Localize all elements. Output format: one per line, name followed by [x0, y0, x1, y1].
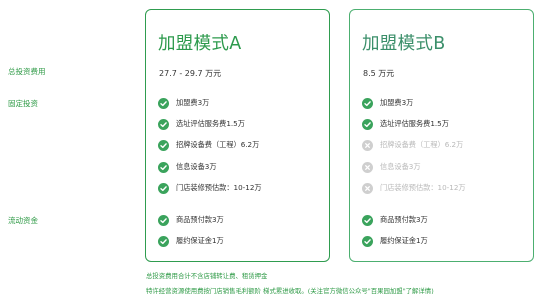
label-total-investment: 总投资费用 [8, 67, 46, 76]
fixed-item: 招牌设备费（工程）6.2万 [362, 139, 463, 151]
working-item: 履约保证金1万 [362, 235, 428, 247]
item-label: 选址评估服务费1.5万 [380, 119, 449, 128]
working-item: 商品预付款3万 [158, 214, 224, 226]
plan-total-price: 27.7 - 29.7 万元 [159, 69, 222, 78]
fixed-item: 选址评估服务费1.5万 [362, 118, 449, 130]
item-label: 加盟费3万 [380, 98, 414, 107]
fixed-item: 门店装修预估款：10-12万 [362, 182, 466, 194]
item-label: 招牌设备费（工程）6.2万 [176, 140, 260, 149]
check-circle-icon [362, 235, 373, 247]
plan-title: 加盟模式B [362, 34, 446, 54]
label-fixed-investment: 固定投资 [8, 99, 38, 108]
cross-circle-icon [362, 161, 373, 173]
fixed-item: 加盟费3万 [158, 97, 209, 109]
item-label: 履约保证金1万 [380, 236, 428, 245]
check-circle-icon [158, 139, 169, 151]
item-label: 信息设备3万 [380, 162, 421, 171]
plan-card-b: 加盟模式B 8.5 万元 加盟费3万 选址评估服务费1.5万 招牌设备费（工程）… [349, 9, 534, 262]
fixed-item: 信息设备3万 [158, 161, 217, 173]
item-label: 商品预付款3万 [380, 215, 428, 224]
item-label: 选址评估服务费1.5万 [176, 119, 245, 128]
item-label: 商品预付款3万 [176, 215, 224, 224]
check-circle-icon [362, 118, 373, 130]
fixed-item: 门店装修预估款：10-12万 [158, 182, 262, 194]
plan-card-a: 加盟模式A 27.7 - 29.7 万元 加盟费3万 选址评估服务费1.5万 招… [145, 9, 330, 262]
check-circle-icon [158, 97, 169, 109]
label-working-capital: 流动资金 [8, 216, 38, 225]
cross-circle-icon [362, 182, 373, 194]
check-circle-icon [158, 182, 169, 194]
footnote-1: 总投资费用合计不含店铺转让费、租赁押金 [146, 272, 268, 280]
plan-title: 加盟模式A [158, 34, 242, 54]
fixed-item: 招牌设备费（工程）6.2万 [158, 139, 259, 151]
item-label: 门店装修预估款：10-12万 [176, 183, 262, 192]
item-label: 信息设备3万 [176, 162, 217, 171]
plan-total-price: 8.5 万元 [363, 69, 395, 78]
fixed-item: 加盟费3万 [362, 97, 413, 109]
check-circle-icon [158, 118, 169, 130]
check-circle-icon [158, 214, 169, 226]
check-circle-icon [158, 235, 169, 247]
working-item: 商品预付款3万 [362, 214, 428, 226]
item-label: 门店装修预估款：10-12万 [380, 183, 466, 192]
item-label: 招牌设备费（工程）6.2万 [380, 140, 464, 149]
cross-circle-icon [362, 139, 373, 151]
working-item: 履约保证金1万 [158, 235, 224, 247]
fixed-item: 选址评估服务费1.5万 [158, 118, 245, 130]
footnote-2: 特许经营资源使用费按门店销售毛利额阶 梯式累进收取。(关注官方微信公众号"百果园… [146, 287, 434, 295]
item-label: 加盟费3万 [176, 98, 210, 107]
check-circle-icon [362, 97, 373, 109]
check-circle-icon [158, 161, 169, 173]
item-label: 履约保证金1万 [176, 236, 224, 245]
check-circle-icon [362, 214, 373, 226]
fixed-item: 信息设备3万 [362, 161, 421, 173]
